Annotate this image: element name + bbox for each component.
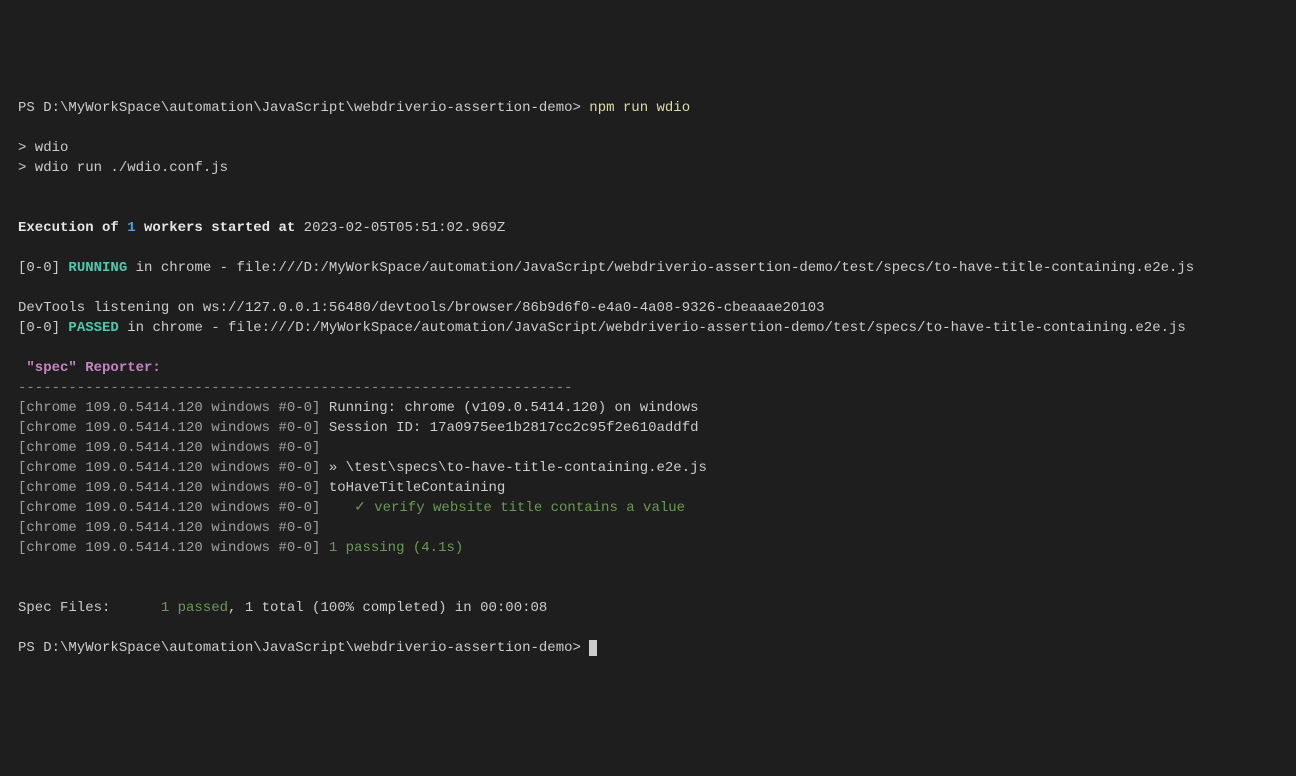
- prompt-line: PS D:\MyWorkSpace\automation\JavaScript\…: [18, 100, 690, 116]
- summary-passed: 1 passed: [161, 600, 228, 616]
- spec-prefix: [chrome 109.0.5414.120 windows #0-0]: [18, 500, 320, 516]
- running-status: RUNNING: [68, 260, 127, 276]
- spec-prefix: [chrome 109.0.5414.120 windows #0-0]: [18, 520, 320, 536]
- passed-status: PASSED: [68, 320, 118, 336]
- check-icon: ✓: [354, 500, 374, 516]
- summary-label: Spec Files:: [18, 600, 161, 616]
- exec-timestamp: 2023-02-05T05:51:02.969Z: [295, 220, 505, 236]
- spec-prefix: [chrome 109.0.5414.120 windows #0-0]: [18, 400, 320, 416]
- divider-dashes: ----------------------------------------…: [18, 380, 573, 396]
- spec-prefix: [chrome 109.0.5414.120 windows #0-0]: [18, 480, 320, 496]
- devtools-line: DevTools listening on ws://127.0.0.1:564…: [18, 300, 825, 316]
- execution-header: Execution of 1 workers started at 2023-0…: [18, 220, 505, 236]
- spec-line: [chrome 109.0.5414.120 windows #0-0] toH…: [18, 480, 505, 496]
- runner-status-line: [0-0] RUNNING in chrome - file:///D:/MyW…: [18, 260, 1194, 276]
- spec-session: Session ID: 17a0975ee1b2817cc2c95f2e610a…: [320, 420, 698, 436]
- spec-line: [chrome 109.0.5414.120 windows #0-0]: [18, 440, 320, 456]
- spec-test-name: verify website title contains a value: [374, 500, 685, 516]
- passed-file: in chrome - file:///D:/MyWorkSpace/autom…: [119, 320, 1186, 336]
- spec-prefix: [chrome 109.0.5414.120 windows #0-0]: [18, 420, 320, 436]
- running-file: in chrome - file:///D:/MyWorkSpace/autom…: [127, 260, 1194, 276]
- spec-file-path: » \test\specs\to-have-title-containing.e…: [320, 460, 706, 476]
- spec-prefix: [chrome 109.0.5414.120 windows #0-0]: [18, 440, 320, 456]
- npm-script-echo: > wdio: [18, 140, 68, 156]
- runner-status-line: [0-0] PASSED in chrome - file:///D:/MyWo…: [18, 320, 1186, 336]
- prompt-path: PS D:\MyWorkSpace\automation\JavaScript\…: [18, 640, 589, 656]
- exec-prefix: Execution of: [18, 220, 127, 236]
- spec-running: Running: chrome (v109.0.5414.120) on win…: [320, 400, 698, 416]
- runner-index: [0-0]: [18, 320, 68, 336]
- spec-reporter-header: "spec" Reporter:: [18, 360, 161, 376]
- spec-files-summary: Spec Files: 1 passed, 1 total (100% comp…: [18, 600, 547, 616]
- runner-index: [0-0]: [18, 260, 68, 276]
- worker-count: 1: [127, 220, 135, 236]
- spec-line: [chrome 109.0.5414.120 windows #0-0] Run…: [18, 400, 699, 416]
- terminal-output[interactable]: PS D:\MyWorkSpace\automation\JavaScript\…: [18, 98, 1278, 658]
- spec-line: [chrome 109.0.5414.120 windows #0-0] Ses…: [18, 420, 699, 436]
- cursor-icon: [589, 640, 597, 656]
- spec-passing-summary: 1 passing (4.1s): [320, 540, 463, 556]
- spec-line: [chrome 109.0.5414.120 windows #0-0]: [18, 520, 320, 536]
- final-prompt-line[interactable]: PS D:\MyWorkSpace\automation\JavaScript\…: [18, 640, 597, 656]
- prompt-path: PS D:\MyWorkSpace\automation\JavaScript\…: [18, 100, 589, 116]
- npm-script-echo: > wdio run ./wdio.conf.js: [18, 160, 228, 176]
- spec-line: [chrome 109.0.5414.120 windows #0-0] » \…: [18, 460, 707, 476]
- spec-describe: toHaveTitleContaining: [320, 480, 505, 496]
- spec-prefix: [chrome 109.0.5414.120 windows #0-0]: [18, 460, 320, 476]
- summary-rest: , 1 total (100% completed) in 00:00:08: [228, 600, 547, 616]
- spec-line: [chrome 109.0.5414.120 windows #0-0] 1 p…: [18, 540, 463, 556]
- spec-line: [chrome 109.0.5414.120 windows #0-0] ✓ v…: [18, 500, 685, 516]
- exec-mid: workers started at: [136, 220, 296, 236]
- spec-pad: [320, 500, 354, 516]
- command-text: npm run wdio: [589, 100, 690, 116]
- spec-prefix: [chrome 109.0.5414.120 windows #0-0]: [18, 540, 320, 556]
